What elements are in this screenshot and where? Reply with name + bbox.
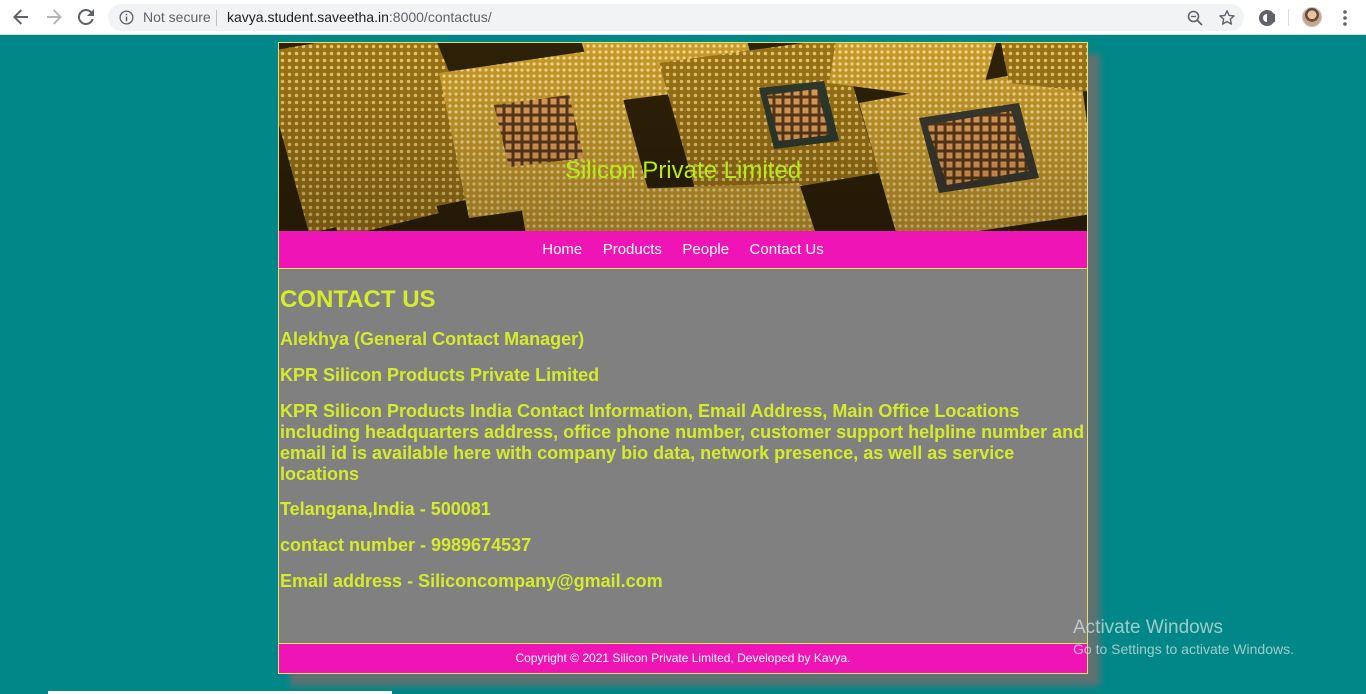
nav-people-link[interactable]: People [682, 231, 729, 269]
main-nav: Home Products People Contact Us [279, 231, 1087, 269]
company-name: KPR Silicon Products Private Limited [280, 365, 600, 385]
reload-icon[interactable] [74, 6, 98, 28]
kebab-menu-icon[interactable] [1334, 7, 1356, 29]
url-host: kavya.student.saveetha.in [227, 9, 389, 25]
nav-home-link[interactable]: Home [542, 231, 582, 269]
nav-products-link[interactable]: Products [603, 231, 662, 269]
company-address: Telangana,India - 500081 [280, 499, 491, 519]
back-arrow-icon[interactable] [9, 6, 33, 28]
star-icon[interactable] [1218, 9, 1236, 27]
contact-manager: Alekhya (General Contact Manager) [280, 329, 585, 349]
contact-heading: CONTACT US [280, 286, 436, 313]
url-text[interactable]: kavya.student.saveetha.in:8000/contactus… [227, 9, 492, 26]
activate-windows-subtitle: Go to Settings to activate Windows. [1073, 641, 1294, 657]
processor-chips-image [279, 43, 1087, 231]
contact-content: CONTACT US Alekhya (General Contact Mana… [280, 269, 1086, 643]
avatar[interactable] [1302, 7, 1322, 27]
address-bar[interactable]: Not secure kavya.student.saveetha.in:800… [108, 4, 1244, 31]
zoom-icon[interactable] [1186, 9, 1204, 27]
page-container: Silicon Private Limited Home Products Pe… [278, 42, 1088, 674]
toolbar-separator [1288, 9, 1289, 26]
site-title: Silicon Private Limited [564, 157, 802, 184]
banner: Silicon Private Limited [279, 43, 1087, 231]
footer: Copyright © 2021 Silicon Private Limited… [279, 643, 1087, 673]
contact-number: contact number - 9989674537 [280, 535, 532, 555]
forward-arrow-icon[interactable] [42, 6, 66, 28]
omnibox-divider [216, 10, 217, 26]
activate-windows-title: Activate Windows [1073, 617, 1223, 638]
company-description: KPR Silicon Products India Contact Infor… [280, 401, 1085, 484]
extension-icon[interactable] [1256, 7, 1278, 29]
url-path: :8000/contactus/ [388, 9, 492, 25]
info-icon[interactable] [119, 10, 134, 25]
email-address: Email address - Siliconcompany@gmail.com [280, 571, 663, 591]
browser-toolbar: Not secure kavya.student.saveetha.in:800… [0, 0, 1366, 35]
security-label[interactable]: Not secure [143, 9, 211, 26]
nav-contact-us-link[interactable]: Contact Us [750, 231, 824, 269]
